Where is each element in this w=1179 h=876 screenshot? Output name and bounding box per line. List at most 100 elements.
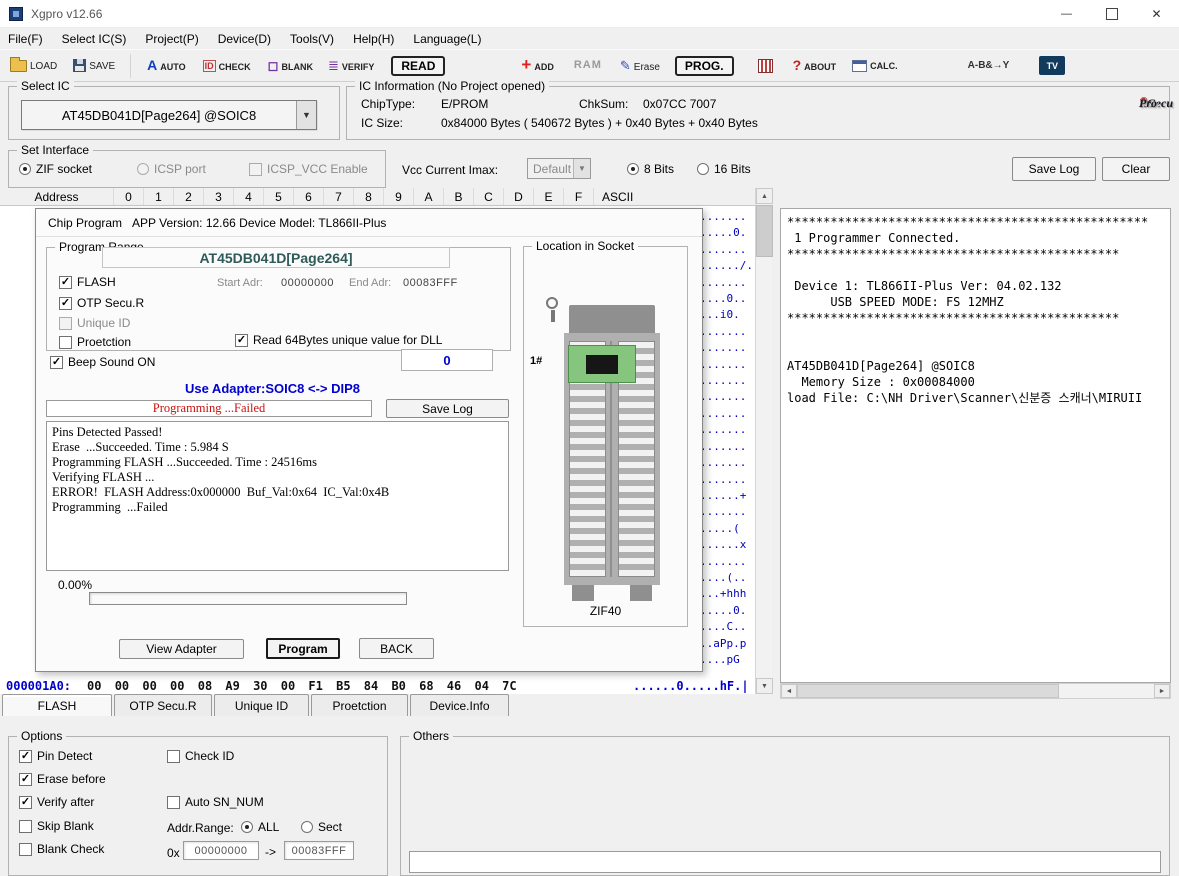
scroll-up-arrow[interactable] — [756, 188, 773, 204]
others-group: Others — [400, 736, 1170, 876]
verify-button[interactable]: VERIFY — [328, 59, 374, 73]
icsp-vcc-checkbox[interactable]: ICSP_VCC Enable — [249, 162, 368, 176]
load-button[interactable]: LOAD — [10, 60, 57, 72]
range-to-input[interactable]: 00083FFF — [284, 841, 354, 860]
blank-check-button[interactable]: BLANK — [268, 59, 313, 73]
tab-flash[interactable]: FLASH — [2, 694, 112, 716]
hex-vertical-scrollbar[interactable] — [755, 188, 772, 694]
hex-ascii-fragment: .....0. — [700, 225, 753, 241]
read-button[interactable]: READ — [391, 56, 445, 76]
vcc-imax-dropdown[interactable]: Default — [527, 158, 591, 179]
hex-row-ascii: ......0.....hF.| — [633, 679, 749, 693]
scroll-left-arrow[interactable] — [781, 684, 797, 698]
scroll-down-arrow[interactable] — [756, 678, 773, 694]
vcc-imax-value: Default — [533, 162, 571, 176]
log-line: Programming ...Failed — [52, 500, 503, 515]
otp-secur-checkbox[interactable]: OTP Secu.R — [59, 296, 144, 310]
clear-button[interactable]: Clear — [1102, 157, 1170, 181]
menu-tools[interactable]: Tools(V) — [290, 32, 334, 46]
console-horizontal-scrollbar[interactable] — [780, 683, 1171, 699]
hex-ascii-fragment: ....... — [700, 324, 753, 340]
select-ic-group: Select IC AT45DB041D[Page264] @SOIC8 — [8, 86, 340, 140]
dialog-save-log-button[interactable]: Save Log — [386, 399, 509, 418]
minimize-button[interactable] — [1044, 0, 1089, 27]
zif-socket-radio[interactable]: ZIF socket — [19, 162, 92, 176]
scroll-thumb[interactable] — [756, 205, 773, 257]
check-id-checkbox[interactable]: Check ID — [167, 749, 234, 763]
menu-language[interactable]: Language(L) — [413, 32, 481, 46]
ram-button[interactable]: RAM — [574, 59, 602, 71]
check-id-button[interactable]: CHECK — [203, 58, 251, 73]
add-button[interactable]: ADD — [521, 58, 553, 73]
addr-range-all-radio[interactable]: ALL — [241, 820, 279, 834]
ic-combobox[interactable]: AT45DB041D[Page264] @SOIC8 — [21, 100, 317, 130]
close-button[interactable] — [1134, 0, 1179, 27]
tab-device-info[interactable]: Device.Info — [410, 694, 509, 716]
read64-checkbox[interactable]: Read 64Bytes unique value for DLL — [235, 333, 442, 347]
hex-ascii-fragment: ....... — [700, 554, 753, 570]
auto-button[interactable]: AUTO — [147, 58, 185, 73]
flash-checkbox[interactable]: FLASH — [59, 275, 116, 289]
program-start-button[interactable]: Program — [266, 638, 340, 659]
auto-sn-checkbox[interactable]: Auto SN_NUM — [167, 795, 264, 809]
zif40-label: ZIF40 — [524, 604, 687, 618]
save-button[interactable]: SAVE — [73, 59, 115, 72]
range-arrow-label: -> — [265, 845, 276, 859]
addr-range-sect-radio[interactable]: Sect — [301, 820, 342, 834]
menu-file[interactable]: File(F) — [8, 32, 43, 46]
icsp-port-radio[interactable]: ICSP port — [137, 162, 206, 176]
console-line — [787, 262, 1164, 278]
program-count-field[interactable]: 0 — [401, 349, 493, 371]
tab-protection[interactable]: Proetction — [311, 694, 408, 716]
erase-button[interactable]: Erase — [620, 59, 660, 73]
scroll-right-arrow[interactable] — [1154, 684, 1170, 698]
logic-test-button[interactable]: A-B&→Y — [968, 60, 1010, 71]
console-line: 1 Programmer Connected. — [787, 230, 1164, 246]
calc-window-icon — [852, 60, 867, 72]
calc-button[interactable]: CALC. — [852, 60, 898, 72]
menu-device[interactable]: Device(D) — [218, 32, 271, 46]
program-button[interactable]: PROG. — [675, 56, 734, 76]
beep-sound-checkbox[interactable]: Beep Sound ON — [50, 355, 155, 369]
erase-pencil-icon — [620, 59, 631, 73]
checkbox-box — [19, 750, 32, 763]
tv-button[interactable]: TV — [1039, 56, 1065, 75]
back-button[interactable]: BACK — [359, 638, 434, 659]
hex-row[interactable]: 000001A0: 00 00 00 00 08 A9 30 00 F1 B5 … — [0, 677, 755, 694]
unique-id-checkbox[interactable]: Unique ID — [59, 316, 130, 330]
range-from-input[interactable]: 00000000 — [183, 841, 259, 860]
verify-after-checkbox[interactable]: Verify after — [19, 795, 94, 809]
view-adapter-button[interactable]: View Adapter — [119, 639, 244, 659]
chip-test-button[interactable] — [758, 59, 773, 73]
hex-ascii-fragment: .....( — [700, 521, 753, 537]
save-log-button[interactable]: Save Log — [1012, 157, 1096, 181]
plus-icon — [521, 58, 531, 73]
tab-unique-id[interactable]: Unique ID — [214, 694, 309, 716]
scroll-thumb[interactable] — [797, 684, 1059, 698]
hex-prefix-label: 0x — [167, 846, 180, 860]
menu-project[interactable]: Project(P) — [145, 32, 198, 46]
tab-otp-secur[interactable]: OTP Secu.R — [114, 694, 212, 716]
blank-check-checkbox[interactable]: Blank Check — [19, 842, 104, 856]
protection-checkbox[interactable]: Proetction — [59, 335, 131, 349]
8-bits-radio[interactable]: 8 Bits — [627, 162, 674, 176]
erase-before-checkbox[interactable]: Erase before — [19, 772, 106, 786]
pin-detect-label: Pin Detect — [37, 749, 92, 763]
menu-select-ic[interactable]: Select IC(S) — [62, 32, 127, 46]
chevron-down-icon[interactable] — [296, 101, 316, 129]
hex-ascii-fragment: ....... — [700, 455, 753, 471]
progress-percent: 0.00% — [58, 578, 92, 592]
16-bits-radio[interactable]: 16 Bits — [697, 162, 751, 176]
maximize-button[interactable] — [1089, 0, 1134, 27]
zif-lever-stem — [551, 310, 555, 322]
skip-blank-checkbox[interactable]: Skip Blank — [19, 819, 94, 833]
pin1-label: 1# — [530, 355, 542, 367]
chevron-down-icon[interactable] — [573, 159, 590, 178]
hex-ascii-fragment: ....pG — [700, 652, 753, 668]
hex-header-ascii: ASCII — [594, 188, 744, 205]
ic-info-group: IC Information (No Project opened) ChipT… — [346, 86, 1170, 140]
menu-help[interactable]: Help(H) — [353, 32, 394, 46]
pin-detect-checkbox[interactable]: Pin Detect — [19, 749, 92, 763]
checkbox-box — [59, 317, 72, 330]
about-button[interactable]: ABOUT — [793, 58, 837, 73]
